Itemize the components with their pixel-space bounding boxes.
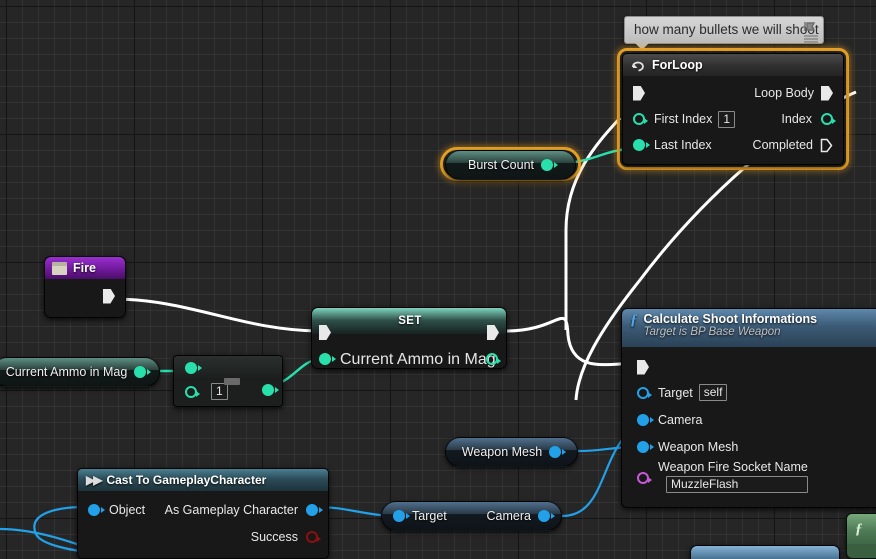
node-forloop[interactable]: ForLoop Loop Body First Index 1 Index La… [622, 53, 844, 165]
set-value-out-pin[interactable] [486, 353, 501, 365]
calculate-shoot-title: Calculate Shoot Informations [643, 312, 818, 326]
exec-out-pin[interactable] [103, 288, 115, 304]
node-offscreen-function-right[interactable]: ƒ [846, 513, 876, 559]
subtract-b-pin[interactable] [185, 386, 200, 398]
forloop-title: ForLoop [652, 58, 703, 72]
node-calculate-shoot-informations[interactable]: ƒ Calculate Shoot Informations Target is… [621, 308, 876, 508]
loop-body-pin[interactable] [821, 85, 833, 101]
node-set[interactable]: SET Current Ammo in Mag [311, 307, 507, 369]
burst-count-output-pin[interactable] [541, 159, 558, 171]
node-current-ammo-get[interactable]: Current Ammo in Mag [0, 357, 160, 387]
completed-pin[interactable] [820, 138, 833, 153]
target-value[interactable]: self [698, 384, 728, 401]
last-index-pin[interactable] [633, 139, 650, 151]
weapon-mesh-get-label: Weapon Mesh [461, 445, 543, 459]
weapon-mesh-pin[interactable] [637, 440, 654, 453]
weapon-fire-socket-name-value[interactable]: MuzzleFlash [666, 476, 808, 493]
set-value-in-pin[interactable] [319, 353, 336, 365]
node-subtract[interactable]: 1 [173, 355, 283, 407]
subtract-operator-icon [224, 378, 240, 385]
target-input-label: Target [412, 509, 447, 523]
function-icon: ƒ [630, 312, 638, 328]
offscreen-bottom-header[interactable] [691, 546, 839, 559]
exec-in-pin[interactable] [633, 85, 645, 101]
target-label: Target [658, 385, 693, 400]
subtract-result-pin[interactable] [262, 384, 279, 396]
success-label: Success [250, 529, 298, 544]
subtract-a-pin[interactable] [185, 362, 202, 374]
loop-icon [632, 61, 644, 71]
cast-header[interactable]: ▶▶ Cast To GameplayCharacter [78, 469, 328, 491]
event-icon [52, 261, 67, 275]
current-ammo-output-pin[interactable] [134, 366, 152, 378]
forloop-row-first-index: First Index 1 Index [623, 106, 843, 132]
weapon-mesh-label: Weapon Mesh [658, 439, 739, 454]
pin-icon[interactable] [804, 21, 817, 32]
set-value-label: Current Ammo in Mag [340, 351, 496, 368]
target-pin[interactable] [637, 386, 652, 399]
forloop-row-last-index: Last Index Completed [623, 132, 843, 158]
calc-row-socket-name: Weapon Fire Socket Name MuzzleFlash [622, 460, 876, 502]
completed-label: Completed [752, 138, 813, 152]
forloop-row-exec: Loop Body [623, 80, 843, 106]
current-ammo-label: Current Ammo in Mag [5, 365, 128, 379]
object-label: Object [109, 502, 146, 517]
calculate-shoot-subtitle: Target is BP Base Weapon [643, 326, 781, 339]
first-index-label: First Index [654, 112, 713, 126]
calc-row-camera: Camera H [622, 406, 876, 433]
calc-row-target: Target self Projectile T [622, 379, 876, 406]
weapon-fire-socket-name-pin[interactable] [637, 472, 652, 484]
last-index-label: Last Index [654, 138, 712, 152]
node-target-camera-get[interactable]: Target Camera [381, 501, 562, 531]
cast-icon: ▶▶ [86, 473, 103, 487]
comment-bubble-text: how many bullets we will shoot [634, 22, 819, 37]
calc-row-exec [622, 355, 876, 379]
as-gameplay-character-label: As Gameplay Character [164, 502, 298, 517]
fire-row-exec [45, 285, 125, 307]
camera-output-pin[interactable] [538, 510, 555, 522]
camera-output-label: Camera [486, 509, 531, 523]
object-pin[interactable] [88, 503, 105, 516]
cast-row-object: Object As Gameplay Character [78, 496, 328, 523]
index-pin[interactable] [821, 113, 836, 125]
index-label: Index [781, 112, 812, 126]
node-offscreen-bottom[interactable] [690, 545, 840, 559]
calculate-shoot-header[interactable]: ƒ Calculate Shoot Informations Target is… [622, 309, 876, 347]
calc-row-weapon-mesh: Weapon Mesh End [622, 433, 876, 460]
node-cast-to-gameplay-character[interactable]: ▶▶ Cast To GameplayCharacter Object As G… [77, 468, 329, 559]
node-weapon-mesh-get[interactable]: Weapon Mesh [445, 437, 578, 467]
set-header[interactable]: SET [312, 308, 506, 334]
set-title: SET [398, 315, 422, 327]
forloop-header[interactable]: ForLoop [623, 54, 843, 76]
loop-body-label: Loop Body [754, 86, 814, 100]
function-icon: ƒ [855, 520, 863, 537]
first-index-pin[interactable] [633, 113, 648, 125]
as-gameplay-character-pin[interactable] [306, 503, 323, 516]
first-index-value[interactable]: 1 [718, 110, 736, 128]
comment-bubble[interactable]: how many bullets we will shoot [624, 16, 824, 50]
fire-title: Fire [73, 261, 96, 275]
fire-header[interactable]: Fire [45, 257, 125, 279]
node-burst-count[interactable]: Burst Count [445, 150, 576, 180]
offscreen-function-header[interactable]: ƒ [847, 514, 876, 544]
cast-row-success: Success [78, 523, 328, 550]
camera-label: Camera [658, 412, 703, 427]
burst-count-label: Burst Count [467, 158, 534, 172]
target-input-pin[interactable] [393, 510, 410, 522]
node-fire-event[interactable]: Fire [44, 256, 126, 318]
blueprint-graph-canvas[interactable]: how many bullets we will shoot ForLoop L… [0, 0, 876, 559]
weapon-mesh-output-pin[interactable] [549, 446, 567, 458]
subtract-b-value[interactable]: 1 [211, 383, 228, 400]
grid-icon[interactable] [804, 35, 818, 44]
weapon-fire-socket-name-label: Weapon Fire Socket Name [658, 460, 808, 474]
calc-exec-in-pin[interactable] [637, 359, 649, 375]
success-pin[interactable] [306, 530, 321, 543]
cast-title: Cast To GameplayCharacter [106, 473, 267, 487]
camera-pin[interactable] [637, 413, 654, 426]
